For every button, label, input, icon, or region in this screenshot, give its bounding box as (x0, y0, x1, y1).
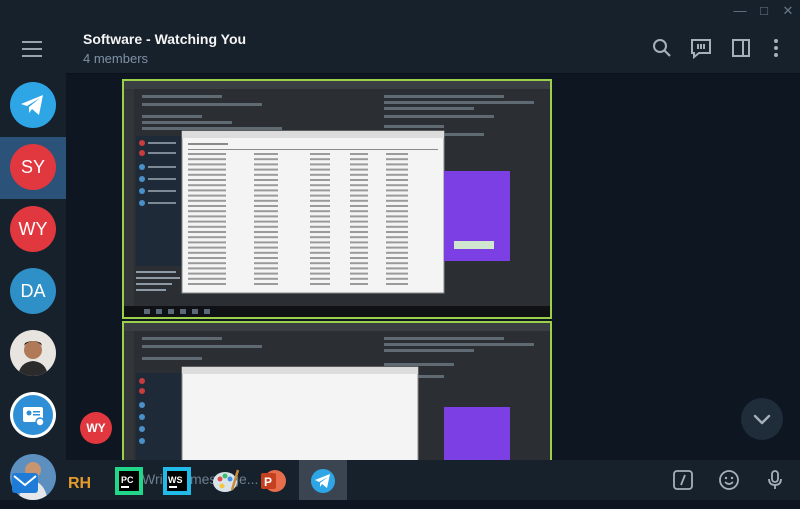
avatar (10, 392, 56, 438)
svg-text:P: P (264, 475, 272, 489)
search-icon[interactable] (650, 36, 674, 60)
window-titlebar: — □ ✕ (0, 0, 800, 22)
powerpoint-app-icon[interactable]: P (258, 466, 288, 496)
pycharm-app-icon[interactable]: PC (114, 466, 144, 496)
commands-icon[interactable] (671, 468, 695, 492)
photo-message[interactable] (122, 79, 552, 319)
chat-list-sidebar: SY WY DA (0, 22, 66, 500)
chat-item-sy[interactable]: SY (0, 137, 66, 199)
rh-app-icon[interactable]: RH (66, 466, 96, 496)
minimize-button[interactable]: — (728, 0, 752, 22)
telegram-logo-icon (10, 82, 56, 128)
chat-header: Software - Watching You 4 members (66, 22, 800, 74)
microphone-icon[interactable] (763, 468, 787, 492)
svg-text:WS: WS (168, 475, 183, 485)
member-count: 4 members (83, 51, 149, 66)
telegram-app-icon[interactable] (308, 466, 338, 496)
scroll-to-bottom-button[interactable] (741, 398, 783, 440)
avatar: WY (10, 206, 56, 252)
avatar[interactable]: WY (80, 412, 112, 444)
avatar: SY (10, 144, 56, 190)
mail-app-icon[interactable] (10, 468, 40, 498)
close-button[interactable]: ✕ (776, 0, 800, 22)
emoji-icon[interactable] (717, 468, 741, 492)
more-options-icon[interactable] (764, 36, 788, 60)
chat-item-contact-card[interactable] (0, 385, 66, 447)
video-chat-icon[interactable] (689, 36, 713, 60)
chat-item-telegram[interactable] (0, 75, 66, 137)
maximize-button[interactable]: □ (752, 0, 776, 22)
paint-app-icon[interactable] (210, 466, 240, 496)
photo-message[interactable] (122, 321, 552, 460)
svg-text:RH: RH (68, 475, 91, 492)
message-list[interactable]: WY (66, 75, 800, 460)
chat-item-photo-contact[interactable] (0, 323, 66, 385)
chat-item-wy[interactable]: WY (0, 199, 66, 261)
svg-text:PC: PC (121, 475, 134, 485)
webstorm-app-icon[interactable]: WS (162, 466, 192, 496)
chat-title[interactable]: Software - Watching You (83, 31, 246, 47)
avatar: DA (10, 268, 56, 314)
sidebar-toggle-icon[interactable] (729, 36, 753, 60)
hamburger-icon[interactable] (22, 41, 42, 57)
chat-item-da[interactable]: DA (0, 261, 66, 323)
taskbar: RH PC WS P (12, 460, 352, 500)
avatar (10, 330, 56, 376)
